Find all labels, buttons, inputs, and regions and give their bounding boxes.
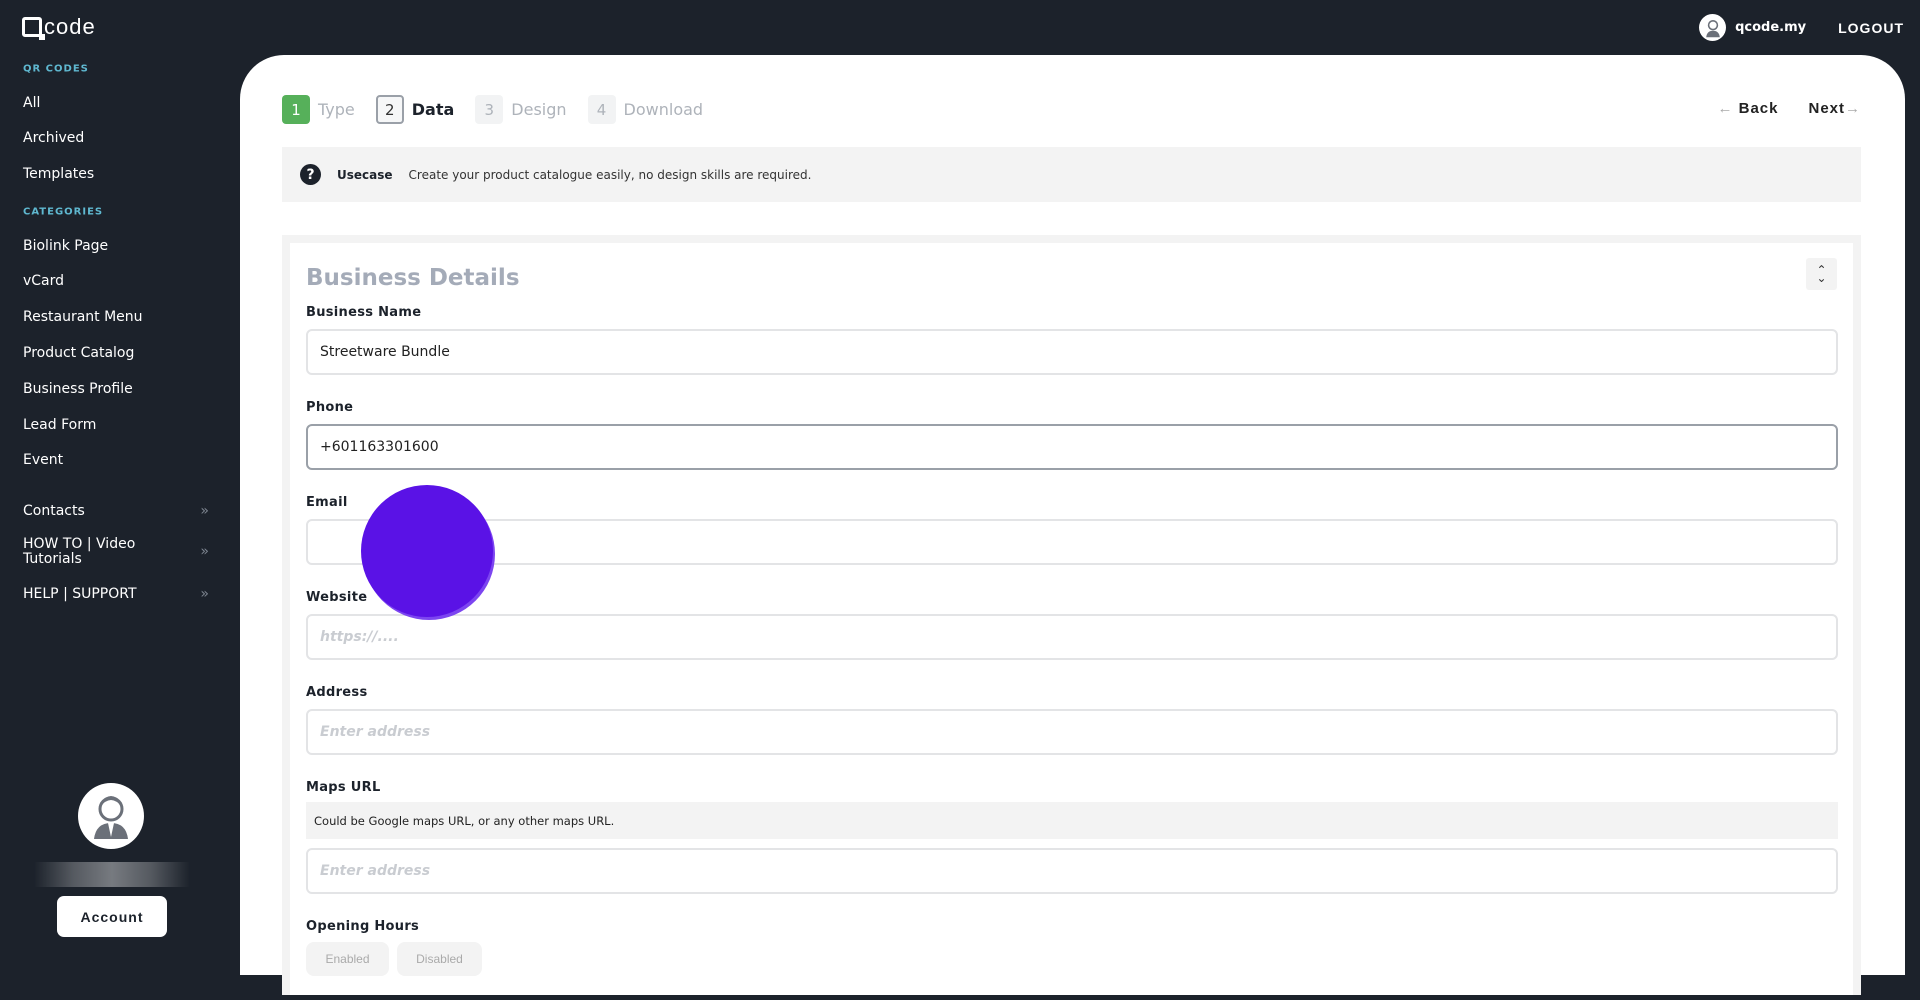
back-label: Back xyxy=(1738,100,1779,117)
sidebar-item-event[interactable]: Event xyxy=(23,452,203,468)
maps-url-hint: Could be Google maps URL, or any other m… xyxy=(306,802,1838,839)
next-button[interactable]: Next→ xyxy=(1808,100,1861,117)
step-data[interactable]: 2 Data xyxy=(375,95,455,124)
address-input[interactable] xyxy=(306,709,1838,755)
step-number: 4 xyxy=(587,95,616,124)
help-circle-icon: ? xyxy=(300,164,321,185)
user-avatar xyxy=(78,783,144,849)
usecase-label: Usecase xyxy=(337,167,393,182)
step-number: 2 xyxy=(375,95,404,124)
chevron-right-icon: » xyxy=(200,543,209,560)
arrow-left-icon: ← xyxy=(1717,100,1734,117)
section-qr-codes: QR CODES xyxy=(23,63,89,75)
step-label: Design xyxy=(511,100,567,119)
sidebar-item-contacts[interactable]: Contacts » xyxy=(23,503,209,519)
business-name-label: Business Name xyxy=(306,305,422,320)
sidebar-item-product-catalog[interactable]: Product Catalog xyxy=(23,345,203,361)
sidebar-item-video-tutorials[interactable]: HOW TO | Video Tutorials » xyxy=(23,536,209,567)
chevron-right-icon: » xyxy=(200,503,209,519)
email-label: Email xyxy=(306,495,348,510)
item-label: HELP | SUPPORT xyxy=(23,586,137,602)
sidebar: code QR CODES All Archived Templates CAT… xyxy=(0,0,240,953)
email-input[interactable] xyxy=(306,519,1838,565)
usecase-text: Create your product catalogue easily, no… xyxy=(408,167,812,182)
phone-input[interactable] xyxy=(306,424,1838,470)
address-label: Address xyxy=(306,685,368,700)
step-design[interactable]: 3 Design xyxy=(475,95,567,124)
qcode-logo[interactable]: code xyxy=(22,14,96,40)
user-menu: qcode.my LOGOUT xyxy=(1699,14,1904,41)
user-avatar-icon xyxy=(94,796,128,839)
step-download[interactable]: 4 Download xyxy=(587,95,704,124)
step-number: 1 xyxy=(282,95,310,124)
business-name-input[interactable] xyxy=(306,329,1838,375)
sidebar-item-lead-form[interactable]: Lead Form xyxy=(23,417,203,433)
hours-disabled-button[interactable]: Disabled xyxy=(397,942,482,976)
logout-button[interactable]: LOGOUT xyxy=(1838,20,1904,36)
website-label: Website xyxy=(306,590,368,605)
logo-mark-icon xyxy=(22,17,45,40)
opening-hours-label: Opening Hours xyxy=(306,919,420,934)
hours-enabled-button[interactable]: Enabled xyxy=(306,942,389,976)
item-label: HOW TO | Video Tutorials xyxy=(23,536,136,567)
phone-label: Phone xyxy=(306,400,354,415)
step-label: Data xyxy=(411,100,455,119)
arrow-right-icon: → xyxy=(1845,100,1861,117)
section-categories: CATEGORIES xyxy=(23,206,104,218)
wizard-steps: 1 Type 2 Data 3 Design 4 Download xyxy=(282,95,724,124)
account-button[interactable]: Account xyxy=(57,896,167,937)
section-title: Business Details xyxy=(306,265,520,291)
step-number: 3 xyxy=(475,95,504,124)
sidebar-item-templates[interactable]: Templates xyxy=(23,166,203,182)
back-button[interactable]: ← Back xyxy=(1717,100,1778,117)
sidebar-item-biolink[interactable]: Biolink Page xyxy=(23,238,203,254)
wizard-nav: ← Back Next→ xyxy=(1717,100,1861,117)
step-type[interactable]: 1 Type xyxy=(282,95,355,124)
sidebar-item-help-support[interactable]: HELP | SUPPORT » xyxy=(23,586,209,602)
step-label: Type xyxy=(318,100,355,119)
maps-url-input[interactable] xyxy=(306,848,1838,894)
cursor-indicator xyxy=(361,485,493,617)
step-label: Download xyxy=(623,100,704,119)
username[interactable]: qcode.my xyxy=(1735,20,1806,35)
business-details-section: Business Details ⌃⌄ Business Name Phone … xyxy=(282,235,1861,995)
sidebar-item-restaurant-menu[interactable]: Restaurant Menu xyxy=(23,309,203,325)
sidebar-item-business-profile[interactable]: Business Profile xyxy=(23,381,203,397)
sidebar-item-vcard[interactable]: vCard xyxy=(23,273,203,289)
maps-url-label: Maps URL xyxy=(306,780,381,795)
main-card: 1 Type 2 Data 3 Design 4 Download ← Back Nex… xyxy=(240,55,1905,995)
chevron-right-icon: » xyxy=(200,586,209,602)
collapse-toggle-icon[interactable]: ⌃ ⌄ xyxy=(1806,258,1837,290)
item-label: Contacts xyxy=(23,503,85,519)
sidebar-item-archived[interactable]: Archived xyxy=(23,130,203,146)
sidebar-item-all[interactable]: All xyxy=(23,95,203,111)
username-placeholder-bar xyxy=(34,862,190,887)
usecase-banner: ? Usecase Create your product catalogue … xyxy=(282,147,1861,202)
user-avatar-icon[interactable] xyxy=(1699,14,1727,41)
logo-text: code xyxy=(44,14,96,39)
website-input[interactable] xyxy=(306,614,1838,660)
next-label: Next xyxy=(1808,100,1845,117)
